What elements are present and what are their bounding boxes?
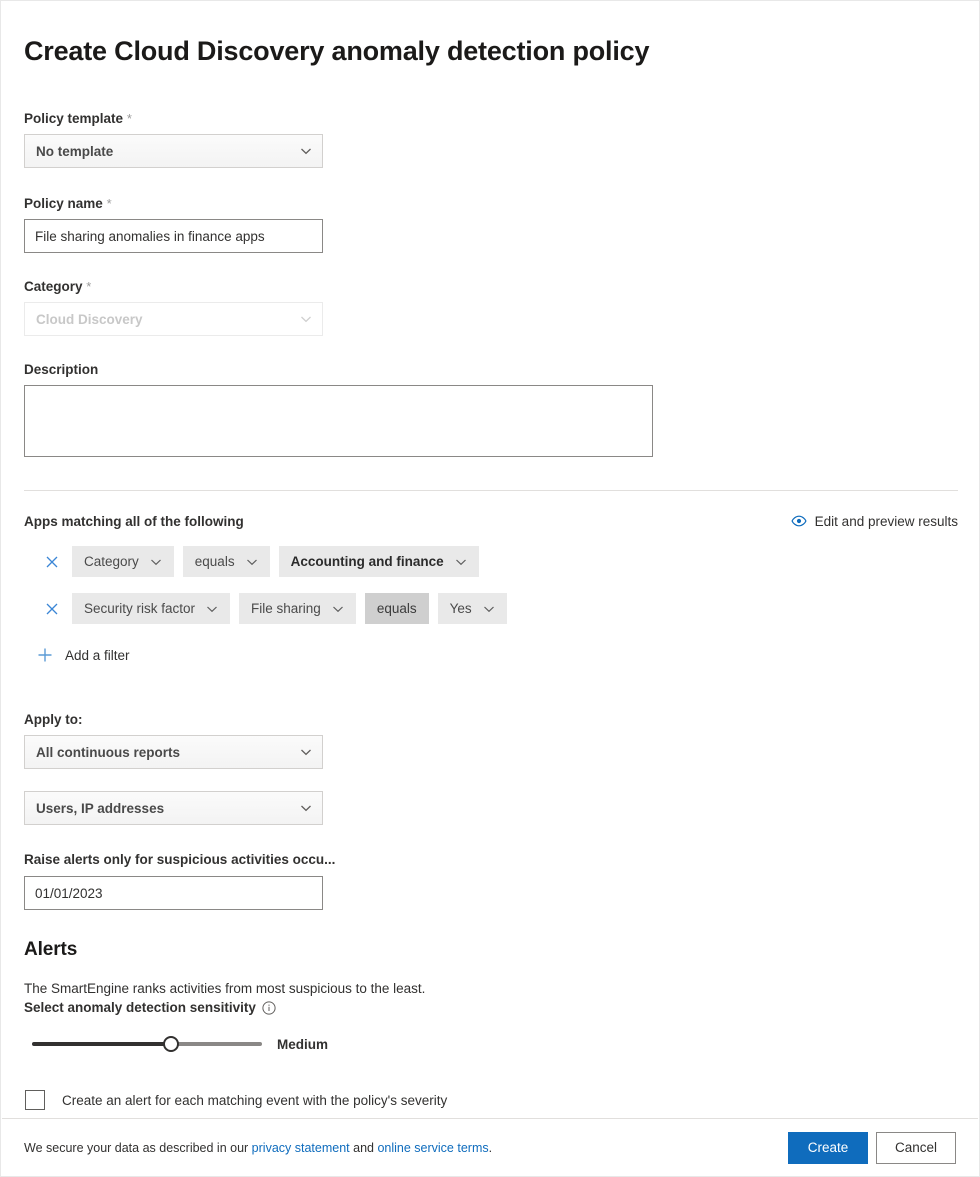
policy-name-input[interactable] <box>24 219 323 253</box>
apply-to-scope-dropdown[interactable]: Users, IP addresses <box>24 791 323 825</box>
online-service-terms-link[interactable]: online service terms <box>377 1141 488 1155</box>
apply-to-scope-value: Users, IP addresses <box>36 801 300 816</box>
category-field: Category * Cloud Discovery <box>24 279 956 336</box>
description-label: Description <box>24 362 956 378</box>
create-button[interactable]: Create <box>788 1132 868 1164</box>
create-alert-checkbox[interactable] <box>25 1090 45 1110</box>
footer-text-middle: and <box>350 1141 378 1155</box>
filter-field-chip[interactable]: Category <box>72 546 174 577</box>
description-field: Description <box>24 362 956 462</box>
chevron-down-icon <box>300 746 312 758</box>
filters-section: Apps matching all of the following Edit … <box>1 513 979 664</box>
cancel-button[interactable]: Cancel <box>876 1132 956 1164</box>
filter-field-label: Security risk factor <box>84 601 195 616</box>
chevron-down-icon <box>300 802 312 814</box>
add-filter-label: Add a filter <box>65 648 130 663</box>
alerts-section: Alerts The SmartEngine ranks activities … <box>1 939 979 1110</box>
footer-text-after: . <box>489 1141 492 1155</box>
privacy-statement-link[interactable]: privacy statement <box>252 1141 350 1155</box>
raise-alerts-date-label: Raise alerts only for suspicious activit… <box>24 852 956 868</box>
sensitivity-label-text: Select anomaly detection sensitivity <box>24 1000 256 1015</box>
filter-operator-chip[interactable]: equals <box>183 546 270 577</box>
apply-to-reports-dropdown[interactable]: All continuous reports <box>24 735 323 769</box>
close-icon[interactable] <box>41 551 63 573</box>
chevron-down-icon <box>246 556 258 568</box>
description-textarea[interactable] <box>24 385 653 457</box>
policy-template-label-text: Policy template <box>24 111 123 126</box>
filter-row: Category equals Accounting and finance <box>41 546 956 577</box>
info-icon[interactable] <box>262 1001 276 1015</box>
policy-name-label: Policy name * <box>24 196 956 212</box>
slider-thumb[interactable] <box>163 1036 179 1052</box>
required-asterisk: * <box>86 279 91 294</box>
create-policy-page: Create Cloud Discovery anomaly detection… <box>0 0 980 1177</box>
required-asterisk: * <box>127 111 132 126</box>
filter-value-label: Accounting and finance <box>291 554 444 569</box>
chevron-down-icon <box>455 556 467 568</box>
page-content: Create Cloud Discovery anomaly detection… <box>1 34 979 462</box>
chevron-down-icon <box>206 603 218 615</box>
policy-template-dropdown[interactable]: No template <box>24 134 323 168</box>
footer-text-before: We secure your data as described in our <box>24 1141 252 1155</box>
create-alert-checkbox-row: Create an alert for each matching event … <box>25 1090 956 1110</box>
filter-operator-label: equals <box>377 601 417 616</box>
apply-to-reports-value: All continuous reports <box>36 745 300 760</box>
footer-privacy-text: We secure your data as described in our … <box>24 1141 492 1155</box>
filter-subfield-chip[interactable]: File sharing <box>239 593 356 624</box>
chevron-down-icon <box>332 603 344 615</box>
close-icon[interactable] <box>41 598 63 620</box>
filter-value-chip[interactable]: Yes <box>438 593 507 624</box>
filters-header: Apps matching all of the following Edit … <box>24 513 958 529</box>
footer-actions: Create Cancel <box>788 1132 956 1164</box>
chevron-down-icon <box>300 145 312 157</box>
filter-row: Security risk factor File sharing equals… <box>41 593 956 624</box>
create-alert-checkbox-label: Create an alert for each matching event … <box>62 1093 447 1108</box>
section-divider <box>24 490 958 491</box>
chevron-down-icon <box>150 556 162 568</box>
category-label: Category * <box>24 279 956 295</box>
filters-heading: Apps matching all of the following <box>24 514 244 529</box>
filter-value-label: Yes <box>450 601 472 616</box>
edit-and-preview-results-label: Edit and preview results <box>815 514 958 529</box>
filter-field-chip[interactable]: Security risk factor <box>72 593 230 624</box>
chevron-down-icon <box>300 313 312 325</box>
policy-template-field: Policy template * No template <box>24 111 956 168</box>
sensitivity-slider[interactable] <box>32 1034 262 1054</box>
filter-value-chip[interactable]: Accounting and finance <box>279 546 479 577</box>
divider-wrap <box>1 490 979 491</box>
policy-name-label-text: Policy name <box>24 196 103 211</box>
category-label-text: Category <box>24 279 83 294</box>
policy-template-value: No template <box>36 144 300 159</box>
slider-track-remaining <box>171 1042 262 1046</box>
slider-track-filled <box>32 1042 171 1046</box>
category-dropdown: Cloud Discovery <box>24 302 323 336</box>
filter-field-label: Category <box>84 554 139 569</box>
sensitivity-value: Medium <box>277 1037 328 1052</box>
policy-name-field: Policy name * <box>24 196 956 253</box>
alerts-heading: Alerts <box>24 939 956 961</box>
filter-operator-chip[interactable]: equals <box>365 593 429 624</box>
sensitivity-label: Select anomaly detection sensitivity <box>24 1000 956 1015</box>
eye-icon <box>791 513 807 529</box>
category-value: Cloud Discovery <box>36 312 300 327</box>
filter-operator-label: equals <box>195 554 235 569</box>
sensitivity-slider-row: Medium <box>32 1034 956 1054</box>
add-filter-button[interactable]: Add a filter <box>36 646 130 664</box>
page-title: Create Cloud Discovery anomaly detection… <box>24 34 956 68</box>
required-asterisk: * <box>107 196 112 211</box>
chevron-down-icon <box>483 603 495 615</box>
filter-subfield-label: File sharing <box>251 601 321 616</box>
apply-to-section: Apply to: All continuous reports Users, … <box>1 712 979 910</box>
footer-bar: We secure your data as described in our … <box>2 1118 978 1176</box>
apply-to-label: Apply to: <box>24 712 956 727</box>
alerts-description: The SmartEngine ranks activities from mo… <box>24 979 956 998</box>
policy-template-label: Policy template * <box>24 111 956 127</box>
plus-icon <box>36 646 54 664</box>
edit-and-preview-results-link[interactable]: Edit and preview results <box>791 513 958 529</box>
raise-alerts-date-input[interactable] <box>24 876 323 910</box>
